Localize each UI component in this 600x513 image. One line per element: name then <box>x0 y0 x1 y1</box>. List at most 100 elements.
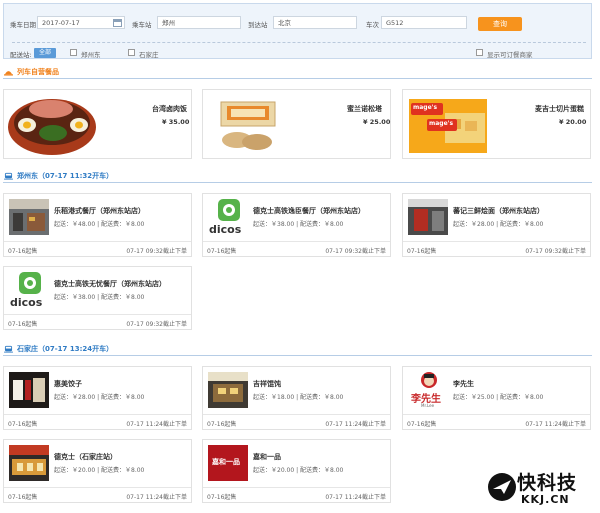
station-label-zhengzhou[interactable]: 郑州东 <box>81 49 101 59</box>
station-tag-all[interactable]: 全部 <box>34 48 57 58</box>
watermark: 快科技 KKJ.CN <box>487 468 599 510</box>
shop-logo-image <box>9 372 49 408</box>
section-header-zhengzhou: 郑州东（07-17 11:32开车） <box>3 171 592 183</box>
product-price: ¥ 25.00 <box>363 118 391 126</box>
station-label-shijiazhuang[interactable]: 石家庄 <box>139 49 159 59</box>
shop-photo <box>9 445 49 481</box>
search-panel: 乘车日期 2017-07-17 乘车站 郑州 到达站 北京 车次 G512 查询… <box>3 3 592 59</box>
order-deadline: 07-17 11:24截止下单 <box>325 494 386 501</box>
shop-fee: 起送：￥38.00 | 配送费：￥8.00 <box>54 294 145 301</box>
section-title: 郑州东（07-17 11:32开车） <box>17 172 114 180</box>
shop-card[interactable]: 乐稻港式餐厅（郑州东站店） 起送：￥48.00 | 配送费：￥8.00 07-1… <box>3 193 192 257</box>
sale-start: 07-16起售 <box>8 248 38 255</box>
brand-logo-subtext: Mr.Lee <box>421 403 435 408</box>
shop-fee: 起送：￥18.00 | 配送费：￥8.00 <box>253 394 344 401</box>
date-field[interactable]: 2017-07-17 <box>37 16 125 29</box>
shop-name[interactable]: 嘉和一品 <box>253 452 281 462</box>
shop-fee: 起送：￥38.00 | 配送费：￥8.00 <box>253 221 344 228</box>
shop-card[interactable]: 德克士（石家庄站） 起送：￥20.00 | 配送费：￥8.00 07-16起售 … <box>3 439 192 503</box>
order-deadline: 07-17 11:24截止下单 <box>325 421 386 428</box>
order-deadline: 07-17 09:32截止下单 <box>525 248 586 255</box>
sale-start: 07-16起售 <box>207 494 237 501</box>
card-divider <box>203 414 390 415</box>
shop-card[interactable]: 惠美饺子 起送：￥28.00 | 配送费：￥8.00 07-16起售 07-17… <box>3 366 192 430</box>
checkbox-show-bookable[interactable] <box>476 49 483 56</box>
brand-logo-text: dicos <box>10 296 43 309</box>
shop-card[interactable]: 吉祥馄饨 起送：￥18.00 | 配送费：￥8.00 07-16起售 07-17… <box>202 366 391 430</box>
product-name[interactable]: 麦吉士切片蛋糕 <box>535 104 584 114</box>
sale-start: 07-16起售 <box>8 494 38 501</box>
dish-icon <box>4 71 13 76</box>
order-deadline: 07-17 09:32截止下单 <box>126 248 187 255</box>
section-title: 石家庄（07-17 13:24开车） <box>17 345 114 353</box>
shop-fee: 起送：￥48.00 | 配送费：￥8.00 <box>54 221 145 228</box>
train-value: G512 <box>386 19 404 27</box>
shop-name[interactable]: 李先生 <box>453 379 474 389</box>
dicos-leaf-icon <box>19 272 41 294</box>
shop-card[interactable]: dicos 德克士高铁无忧餐厅（郑州东站店） 起送：￥38.00 | 配送费：￥… <box>3 266 192 330</box>
sale-start: 07-16起售 <box>8 321 38 328</box>
brand-logo-text: 嘉和一品 <box>212 458 240 466</box>
sale-start: 07-16起售 <box>407 421 437 428</box>
date-value: 2017-07-17 <box>42 19 80 27</box>
shop-name[interactable]: 蕃记三鲜烩面（郑州东站店） <box>453 206 544 216</box>
brand-logo-text: mage's <box>429 120 454 127</box>
product-card[interactable]: 蜜兰诺松塔 ¥ 25.00 <box>202 89 391 159</box>
order-deadline: 07-17 11:24截止下单 <box>126 494 187 501</box>
card-divider <box>4 241 191 242</box>
watermark-title: 快科技 <box>517 472 578 494</box>
section-header-shijiazhuang: 石家庄（07-17 13:24开车） <box>3 344 592 356</box>
shop-name[interactable]: 德克士高铁无忧餐厅（郑州东站店） <box>54 279 166 289</box>
sale-start: 07-16起售 <box>207 421 237 428</box>
from-label: 乘车站 <box>132 21 152 29</box>
calendar-icon[interactable] <box>113 19 122 27</box>
shop-fee: 起送：￥28.00 | 配送费：￥8.00 <box>453 221 544 228</box>
query-button[interactable]: 查询 <box>478 17 522 31</box>
sale-start: 07-16起售 <box>407 248 437 255</box>
shop-card[interactable]: 嘉和一品 嘉和一品 起送：￥20.00 | 配送费：￥8.00 07-16起售 … <box>202 439 391 503</box>
shop-name[interactable]: 德克士（石家庄站） <box>54 452 117 462</box>
card-divider <box>203 487 390 488</box>
product-image: mage's mage's <box>405 93 495 157</box>
jiahe-logo: 嘉和一品 <box>208 445 248 481</box>
product-name[interactable]: 台湾卤肉饭 <box>152 104 187 114</box>
checkbox-zhengzhou[interactable] <box>70 49 77 56</box>
shop-name[interactable]: 德克士高铁逸臣餐厅（郑州东站店） <box>253 206 365 216</box>
order-deadline: 07-17 09:32截止下单 <box>126 321 187 328</box>
watermark-logo-icon <box>488 473 516 501</box>
train-number-field[interactable]: G512 <box>381 16 467 29</box>
shop-name[interactable]: 乐稻港式餐厅（郑州东站店） <box>54 206 145 216</box>
section-title: 列车自营餐品 <box>17 68 59 76</box>
shop-photo <box>208 372 248 408</box>
order-deadline: 07-17 09:32截止下单 <box>325 248 386 255</box>
shop-name[interactable]: 惠美饺子 <box>54 379 82 389</box>
date-label: 乘车日期 <box>10 21 36 29</box>
card-divider <box>403 241 590 242</box>
from-station-field[interactable]: 郑州 <box>157 16 241 29</box>
card-divider <box>4 487 191 488</box>
train-icon <box>4 172 13 180</box>
dicos-logo: dicos <box>209 198 249 238</box>
product-card[interactable]: mage's mage's 麦吉士切片蛋糕 ¥ 20.00 <box>402 89 591 159</box>
dicos-logo: dicos <box>10 271 50 311</box>
mascot-icon <box>421 372 437 388</box>
shop-card[interactable]: 李先生 Mr.Lee 李先生 起送：￥25.00 | 配送费：￥8.00 07-… <box>402 366 591 430</box>
shop-fee: 起送：￥28.00 | 配送费：￥8.00 <box>54 394 145 401</box>
li-xiansheng-logo: 李先生 Mr.Lee <box>409 371 449 411</box>
checkbox-shijiazhuang[interactable] <box>128 49 135 56</box>
card-divider <box>203 241 390 242</box>
shop-photo <box>9 199 49 235</box>
shop-card[interactable]: dicos 德克士高铁逸臣餐厅（郑州东站店） 起送：￥38.00 | 配送费：￥… <box>202 193 391 257</box>
show-bookable-label[interactable]: 显示可订餐商家 <box>487 49 533 59</box>
dicos-leaf-icon <box>218 199 240 221</box>
product-name[interactable]: 蜜兰诺松塔 <box>347 104 382 114</box>
to-value: 北京 <box>278 19 291 27</box>
product-card[interactable]: 台湾卤肉饭 ¥ 35.00 <box>3 89 192 159</box>
train-label: 车次 <box>366 21 379 29</box>
shop-card[interactable]: 蕃记三鲜烩面（郑州东站店） 起送：￥28.00 | 配送费：￥8.00 07-1… <box>402 193 591 257</box>
to-station-field[interactable]: 北京 <box>273 16 357 29</box>
shop-name[interactable]: 吉祥馄饨 <box>253 379 281 389</box>
product-price: ¥ 20.00 <box>559 118 587 126</box>
train-icon <box>4 345 13 353</box>
product-image <box>220 101 276 150</box>
